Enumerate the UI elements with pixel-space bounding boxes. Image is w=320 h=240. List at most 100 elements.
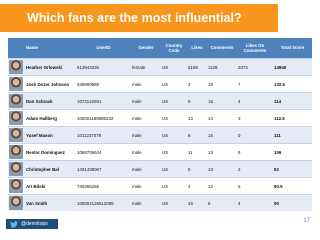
page-number: 17 [303, 218, 310, 224]
table-row[interactable]: Art Bilski 740266266 male US 4 12 5 90.5 [8, 177, 312, 195]
cell-likes-on-comments: 4 [237, 194, 273, 211]
cell-country-code: US [161, 194, 187, 211]
cell-comments: 13 [207, 143, 237, 161]
cell-gender: male [131, 143, 161, 161]
cell-country-code: US [161, 58, 187, 76]
cell-likes: 6 [187, 126, 207, 144]
cell-total-score: 106 [273, 143, 312, 161]
fan-name[interactable]: Nestor Dominguez [26, 150, 65, 155]
col-header-country-code[interactable]: Country Code [161, 38, 187, 59]
fan-name[interactable]: Adam Hallberg [26, 116, 57, 121]
cell-comments: 6 [207, 194, 237, 211]
slide-title: Which fans are the most influential? [27, 11, 242, 25]
col-header-comments[interactable]: Comments [207, 38, 237, 59]
cell-likes-on-comments: 0 [237, 126, 273, 144]
cell-comments: 12 [207, 177, 237, 195]
fans-table: Name UserID Gender Country Code Likes Co… [8, 38, 312, 211]
cell-likes: 0 [187, 160, 207, 178]
fan-name[interactable]: Josh Dozer Johnson [26, 82, 69, 87]
cell-comments: 16 [207, 92, 237, 110]
table-row[interactable]: Nestor Dominguez 1068706644 male US 11 13 8 106 [8, 143, 312, 161]
table-row[interactable]: Adam Hallberg 100001188985232 male US 13 14 3 1… [8, 109, 312, 127]
avatar[interactable] [9, 111, 23, 125]
table-header-row: Name UserID Gender Country Code Likes Co… [8, 38, 312, 59]
table-body: Heather Orlowski 613943336 female US 5108 112… [8, 58, 312, 211]
cell-gender: female [131, 58, 161, 76]
col-header-gender[interactable]: Gender [131, 38, 161, 59]
fan-name[interactable]: Yusef Mason [26, 133, 53, 138]
cell-total-score: 132.5 [273, 75, 312, 93]
fan-name[interactable]: Heather Orlowski [26, 65, 62, 70]
twitter-handle-badge[interactable]: @dennitops [6, 219, 58, 229]
cell-gender: male [131, 160, 161, 178]
table-row[interactable]: Van Smith 100004125512005 male US 46 6 4 90 [8, 194, 312, 211]
cell-total-score: 112.5 [273, 109, 312, 127]
avatar[interactable] [9, 77, 23, 91]
cell-name: Yusef Mason [8, 126, 76, 144]
avatar[interactable] [9, 162, 23, 176]
cell-likes: 4 [187, 177, 207, 195]
cell-likes-on-comments: 4 [237, 92, 273, 110]
avatar[interactable] [9, 145, 23, 159]
fan-name[interactable]: Dan Schrack [26, 99, 53, 104]
fan-identity: Nestor Dominguez [9, 145, 75, 159]
cell-likes-on-comments: 2 [237, 160, 273, 178]
cell-name: Nestor Dominguez [8, 143, 76, 161]
cell-name: Dan Schrack [8, 92, 76, 110]
cell-user-id: 740266266 [76, 177, 131, 195]
cell-likes: 5108 [187, 58, 207, 76]
table-row[interactable]: Dan Schrack 1073142591 male US 0 16 4 114 [8, 92, 312, 110]
avatar[interactable] [9, 60, 23, 74]
title-bar: Which fans are the most influential? [0, 4, 278, 32]
col-header-name[interactable]: Name [8, 38, 76, 59]
avatar[interactable] [9, 94, 23, 108]
col-header-user-id[interactable]: UserID [76, 38, 131, 59]
cell-likes-on-comments: 5 [237, 177, 273, 195]
col-header-total-score[interactable]: Total Score [273, 38, 312, 59]
cell-comments: 13 [207, 160, 237, 178]
cell-total-score: 114 [273, 92, 312, 110]
cell-user-id: 1073142591 [76, 92, 131, 110]
cell-likes: 11 [187, 143, 207, 161]
table-row[interactable]: Heather Orlowski 613943336 female US 5108 112… [8, 58, 312, 76]
table-row[interactable]: Josh Dozer Johnson 639990589 male US 3 18 7 132… [8, 75, 312, 93]
cell-likes-on-comments: 8 [237, 143, 273, 161]
fan-name[interactable]: Van Smith [26, 201, 47, 206]
cell-likes-on-comments: 2072 [237, 58, 273, 76]
avatar[interactable] [9, 179, 23, 193]
fan-identity: Art Bilski [9, 179, 75, 193]
cell-gender: male [131, 109, 161, 127]
cell-gender: male [131, 194, 161, 211]
col-header-likes-on-comments[interactable]: Likes On Comments [237, 38, 273, 59]
cell-total-score: 92 [273, 160, 312, 178]
cell-name: Van Smith [8, 194, 76, 211]
table-row[interactable]: Christopher Bal 1431438067 male US 0 13 2 92 [8, 160, 312, 178]
fan-identity: Josh Dozer Johnson [9, 77, 75, 91]
cell-name: Christopher Bal [8, 160, 76, 178]
cell-total-score: 90 [273, 194, 312, 211]
cell-gender: male [131, 75, 161, 93]
avatar[interactable] [9, 128, 23, 142]
fan-identity: Dan Schrack [9, 94, 75, 108]
cell-gender: male [131, 92, 161, 110]
cell-name: Heather Orlowski [8, 58, 76, 76]
cell-user-id: 100004125512005 [76, 194, 131, 211]
cell-country-code: US [161, 75, 187, 93]
cell-total-score: 90.5 [273, 177, 312, 195]
table-row[interactable]: Yusef Mason 1011237079 male US 6 15 0 111 [8, 126, 312, 144]
col-header-likes[interactable]: Likes [187, 38, 207, 59]
cell-likes: 13 [187, 109, 207, 127]
fan-name[interactable]: Christopher Bal [26, 167, 59, 172]
cell-country-code: US [161, 177, 187, 195]
fan-name[interactable]: Art Bilski [26, 184, 45, 189]
cell-comments: 14 [207, 109, 237, 127]
fan-identity: Heather Orlowski [9, 60, 75, 74]
avatar[interactable] [9, 196, 23, 210]
fan-identity: Van Smith [9, 196, 75, 210]
fan-identity: Yusef Mason [9, 128, 75, 142]
cell-country-code: US [161, 143, 187, 161]
cell-user-id: 1068706644 [76, 143, 131, 161]
cell-comments: 1128 [207, 58, 237, 76]
cell-total-score: 111 [273, 126, 312, 144]
cell-country-code: US [161, 160, 187, 178]
